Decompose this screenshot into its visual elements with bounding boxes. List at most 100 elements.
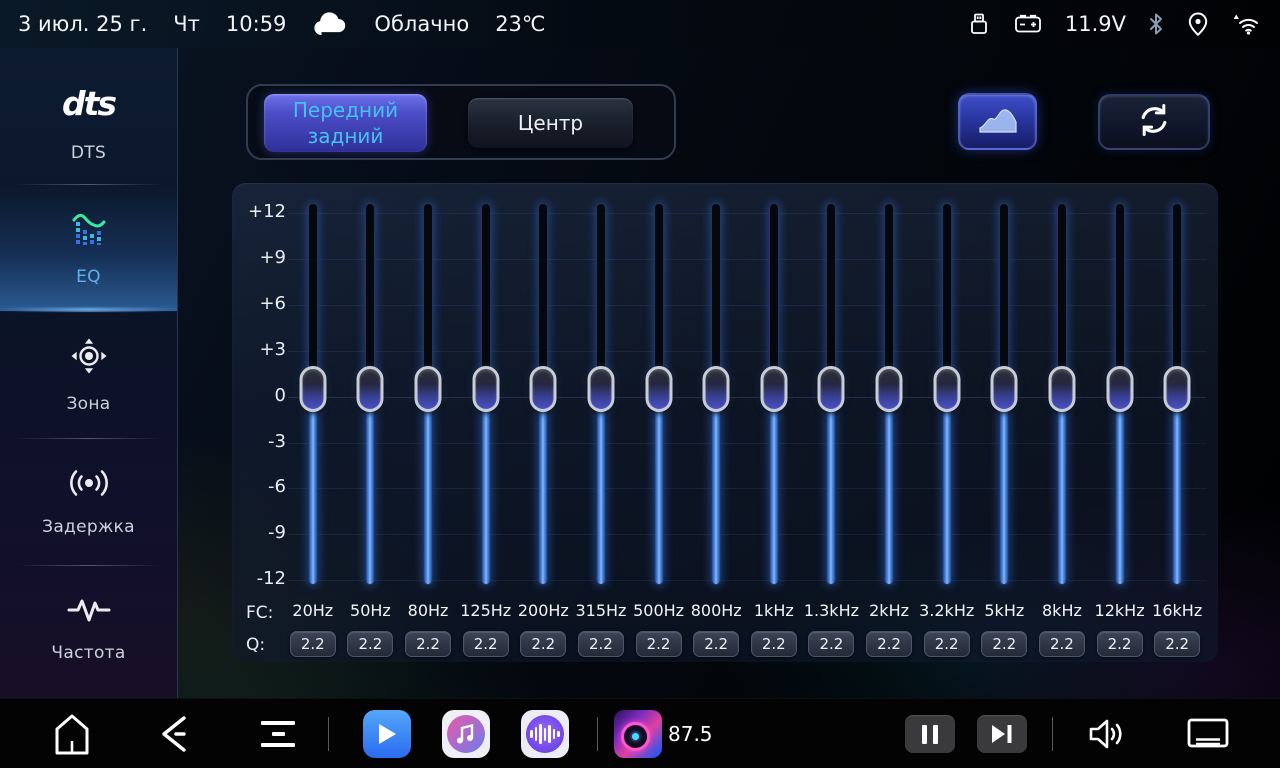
eq-slider-thumb[interactable] <box>1106 366 1133 412</box>
eq-band-column: 200Hz 2.2 <box>515 183 573 662</box>
eq-slider-fill <box>655 402 663 584</box>
wifi-icon <box>1232 12 1262 36</box>
eq-slider-fill <box>827 402 835 584</box>
music-app[interactable] <box>442 699 490 768</box>
eq-slider-thumb[interactable] <box>991 366 1018 412</box>
eq-scale-label: -3 <box>242 431 286 452</box>
next-track-button[interactable] <box>977 699 1027 768</box>
eq-scale-label: -6 <box>242 476 286 497</box>
eq-band-q-button[interactable]: 2.2 <box>1039 631 1085 657</box>
eq-slider-fill <box>366 402 374 584</box>
bottom-bar-divider <box>328 717 329 751</box>
display-off-button[interactable] <box>1184 699 1232 768</box>
eq-band-column: 3.2kHz 2.2 <box>918 183 976 662</box>
eq-band-q-button[interactable]: 2.2 <box>808 631 854 657</box>
eq-band-column: 500Hz 2.2 <box>630 183 688 662</box>
eq-band-q-button[interactable]: 2.2 <box>751 631 797 657</box>
tab-front-rear[interactable]: Передний задний <box>264 94 427 152</box>
zone-icon <box>70 337 108 379</box>
eq-band-q-button[interactable]: 2.2 <box>463 631 509 657</box>
menu-button[interactable] <box>254 699 302 768</box>
tab-center[interactable]: Центр <box>468 98 633 148</box>
eq-band-q-button[interactable]: 2.2 <box>636 631 682 657</box>
next-track-icon <box>977 715 1027 753</box>
eq-slider-thumb[interactable] <box>933 366 960 412</box>
volume-button[interactable] <box>1082 699 1130 768</box>
pause-button[interactable] <box>905 699 955 768</box>
eq-band-frequency-label: 1.3kHz <box>803 601 861 620</box>
status-temperature: 23℃ <box>495 12 545 36</box>
eq-band-q-button[interactable]: 2.2 <box>290 631 336 657</box>
sidebar-item-label: Частота <box>51 643 125 663</box>
back-button[interactable] <box>148 699 196 768</box>
q-row-label: Q: <box>246 635 265 655</box>
eq-band-frequency-label: 1kHz <box>745 601 803 620</box>
eq-band-q-button[interactable]: 2.2 <box>1154 631 1200 657</box>
eq-slider-thumb[interactable] <box>530 366 557 412</box>
eq-slider-fill <box>597 402 605 584</box>
eq-panel: +12+9+6+30-3-6-9-12 FC: Q: 20Hz 2.2 50Hz… <box>232 183 1218 662</box>
tab-center-label: Центр <box>518 111 583 135</box>
sidebar-item-label: EQ <box>76 267 101 287</box>
visualizer-app[interactable] <box>521 699 569 768</box>
eq-band-q-button[interactable]: 2.2 <box>1097 631 1143 657</box>
bottom-nav-bar: 87.5 <box>0 698 1280 768</box>
eq-band-q-button[interactable]: 2.2 <box>866 631 912 657</box>
eq-slider-thumb[interactable] <box>645 366 672 412</box>
eq-slider-thumb[interactable] <box>818 366 845 412</box>
eq-band-frequency-label: 20Hz <box>284 601 342 620</box>
sidebar-item-eq[interactable]: EQ <box>0 185 177 311</box>
eq-band-frequency-label: 500Hz <box>630 601 688 620</box>
eq-preset-curve-button[interactable] <box>958 93 1037 150</box>
eq-band-frequency-label: 2kHz <box>860 601 918 620</box>
eq-band-frequency-label: 125Hz <box>457 601 515 620</box>
eq-reset-button[interactable] <box>1098 94 1210 150</box>
eq-band-q-button[interactable]: 2.2 <box>578 631 624 657</box>
eq-scale-label: +9 <box>242 247 286 268</box>
eq-band-q-button[interactable]: 2.2 <box>693 631 739 657</box>
eq-slider-thumb[interactable] <box>587 366 614 412</box>
status-bar: 3 июл. 25 г. Чт 10:59 Облачно 23℃ 11 <box>0 0 1280 48</box>
eq-scale-label: +3 <box>242 339 286 360</box>
eq-band-q-button[interactable]: 2.2 <box>347 631 393 657</box>
eq-band-q-button[interactable]: 2.2 <box>924 631 970 657</box>
eq-band-column: 2kHz 2.2 <box>860 183 918 662</box>
eq-slider-thumb[interactable] <box>1164 366 1191 412</box>
sidebar-item-frequency[interactable]: Частота <box>0 566 177 692</box>
sidebar-item-zone[interactable]: Зона <box>0 312 177 438</box>
eq-slider-thumb[interactable] <box>299 366 326 412</box>
eq-band-column: 8kHz 2.2 <box>1033 183 1091 662</box>
eq-band-column: 315Hz 2.2 <box>572 183 630 662</box>
eq-band-q-button[interactable]: 2.2 <box>405 631 451 657</box>
status-time: 10:59 <box>226 12 287 36</box>
eq-slider-thumb[interactable] <box>415 366 442 412</box>
video-player-app[interactable] <box>363 699 411 768</box>
sidebar-item-delay[interactable]: Задержка <box>0 439 177 565</box>
eq-slider-fill <box>1000 402 1008 584</box>
equalizer-icon <box>70 210 108 252</box>
bluetooth-icon <box>1148 12 1164 36</box>
eq-scale-label: +12 <box>242 201 286 222</box>
eq-slider-fill <box>885 402 893 584</box>
menu-icon <box>261 721 295 747</box>
eq-band-column: 20Hz 2.2 <box>284 183 342 662</box>
eq-slider-thumb[interactable] <box>703 366 730 412</box>
delay-icon <box>68 468 110 502</box>
eq-band-q-button[interactable]: 2.2 <box>981 631 1027 657</box>
location-icon <box>1186 11 1210 37</box>
eq-slider-thumb[interactable] <box>357 366 384 412</box>
frequency-icon <box>67 596 111 628</box>
head-unit-screen: 3 июл. 25 г. Чт 10:59 Облачно 23℃ 11 <box>0 0 1280 768</box>
home-button[interactable] <box>48 699 96 768</box>
eq-slider-fill <box>943 402 951 584</box>
eq-slider-thumb[interactable] <box>760 366 787 412</box>
eq-slider-fill <box>1116 402 1124 584</box>
radio-app[interactable] <box>614 699 662 768</box>
eq-band-q-button[interactable]: 2.2 <box>520 631 566 657</box>
sidebar-item-dts[interactable]: dts DTS <box>0 58 177 184</box>
eq-band-frequency-label: 12kHz <box>1091 601 1149 620</box>
eq-band-frequency-label: 5kHz <box>976 601 1034 620</box>
eq-slider-thumb[interactable] <box>876 366 903 412</box>
eq-slider-thumb[interactable] <box>472 366 499 412</box>
eq-slider-thumb[interactable] <box>1048 366 1075 412</box>
